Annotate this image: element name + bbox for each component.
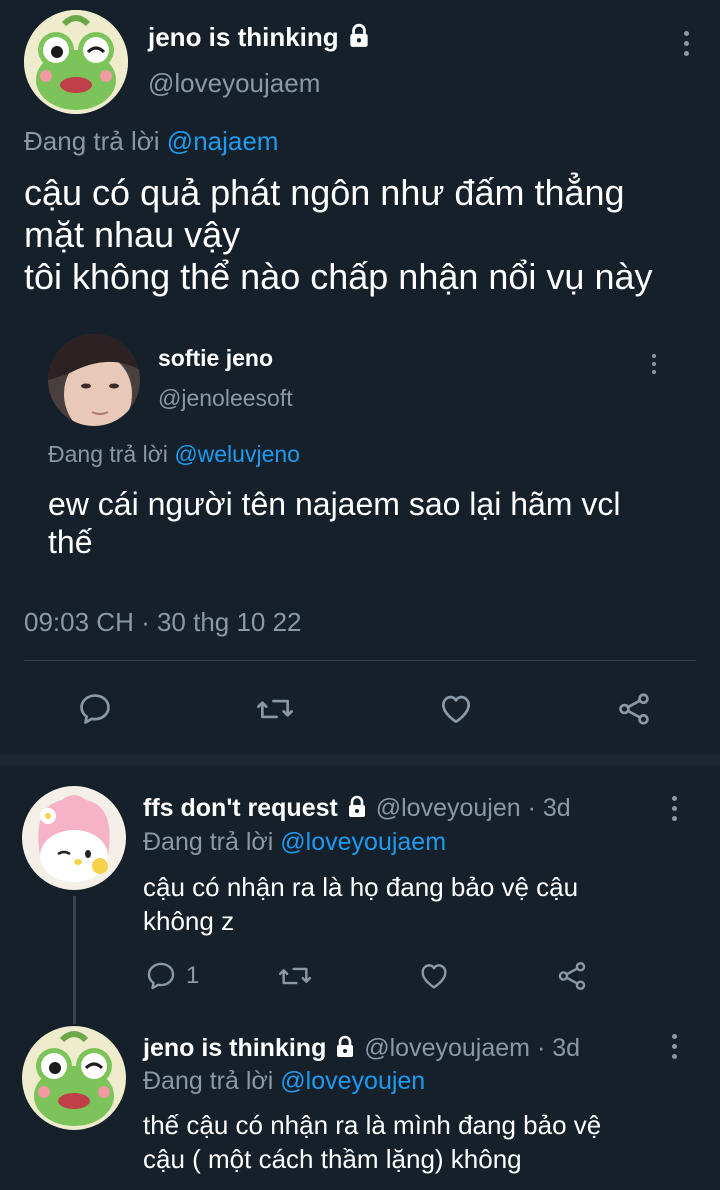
tweet-text-line: cậu có quả phát ngôn như đấm thẳng [24,172,625,213]
thread-line [73,896,76,1024]
reply-header: jeno is thinking @loveyoujaem · 3d [143,1034,580,1063]
quoted-avatar[interactable] [48,334,140,426]
tweet-age[interactable]: · 3d [528,794,571,822]
quoted-handle[interactable]: @jenoleesoft [158,385,293,412]
quoted-reply-context: Đang trả lời @weluvjeno [48,441,300,468]
tweet-age[interactable]: · 3d [537,1034,580,1062]
retweet-icon [257,699,293,719]
tweet-text-line: mặt nhau vậy [24,214,241,255]
more-options-icon[interactable] [668,796,680,821]
avatar[interactable] [24,10,128,114]
tweet-text-line: không z [143,906,235,936]
melody-avatar-image [22,786,126,890]
reply-to-link[interactable]: @najaem [167,126,279,156]
display-name[interactable]: ffs don't request [143,794,338,822]
tweet-text-line: cậu ( một cách thầm lặng) không [143,1144,522,1174]
more-options-icon[interactable] [668,1034,680,1059]
heart-icon [421,964,447,989]
avatar[interactable] [22,786,126,890]
share-icon [558,962,586,990]
tweet-text-line: tôi không thể nào chấp nhận nổi vụ này [24,256,653,297]
display-name[interactable]: jeno is thinking [143,1034,326,1062]
reply-to-link[interactable]: @loveyoujen [280,1067,425,1095]
quoted-more-options-icon[interactable] [648,354,660,374]
retweet-icon [278,967,312,985]
quoted-tweet-text: ew cái người tên najaem sao lại hãm vcl … [48,485,620,561]
divider [24,660,696,661]
like-button[interactable] [436,690,476,728]
retweet-button[interactable] [254,690,296,728]
handle[interactable]: @loveyoujaem [364,1034,530,1062]
display-name[interactable]: jeno is thinking [148,22,339,52]
share-icon [619,693,649,725]
section-separator [0,754,720,766]
reply-to-link[interactable]: @loveyoujaem [280,828,446,856]
reply-context: Đang trả lời @loveyoujen [143,1067,425,1096]
tweet-text: cậu có nhận ra là họ đang bảo vệ cậu khô… [143,870,578,938]
handle[interactable]: @loveyoujen [376,794,521,822]
reply-prefix: Đang trả lời [143,1067,274,1095]
avatar[interactable] [22,1026,126,1130]
reply-prefix: Đang trả lời [143,828,274,856]
lock-icon [337,1035,354,1057]
more-options-icon[interactable] [680,31,692,56]
tweet-text-line: thế cậu có nhận ra là mình đang bảo vệ [143,1110,602,1140]
handle[interactable]: @loveyoujaem [148,68,320,99]
tweet-text-line: cậu có nhận ra là họ đang bảo vệ cậu [143,872,579,902]
reply-prefix: Đang trả lời [24,126,160,156]
reply-context: Đang trả lời @najaem [24,126,278,157]
frog-avatar-image [22,1026,126,1130]
tweet-text: thế cậu có nhận ra là mình đang bảo vệ c… [143,1108,601,1176]
reply-prefix: Đang trả lời [48,441,168,467]
heart-icon [441,695,471,724]
reply-icon [147,962,175,990]
tweet-text: cậu có quả phát ngôn như đấm thẳng mặt n… [24,172,653,298]
tweet-text-line: ew cái người tên najaem sao lại hãm vcl [48,486,621,522]
reply-button[interactable] [76,690,114,728]
share-button[interactable] [554,959,590,993]
frog-avatar-image [24,10,128,114]
retweet-button[interactable] [276,959,314,993]
tweet-text-line: thế [48,524,93,560]
reply-button[interactable]: 1 [144,959,199,993]
reply-icon [80,694,110,724]
reply-to-link[interactable]: @weluvjeno [174,441,300,467]
lock-icon [348,795,365,817]
reply-context: Đang trả lời @loveyoujaem [143,828,446,857]
timestamp[interactable]: 09:03 CH · 30 thg 10 22 [24,607,302,638]
lock-icon [350,23,368,47]
reply-count: 1 [186,962,200,989]
share-button[interactable] [614,690,654,728]
quoted-display-name[interactable]: softie jeno [158,345,273,372]
person-avatar-image [48,334,140,426]
reply-header: ffs don't request @loveyoujen · 3d [143,794,571,823]
like-button[interactable] [416,959,452,993]
